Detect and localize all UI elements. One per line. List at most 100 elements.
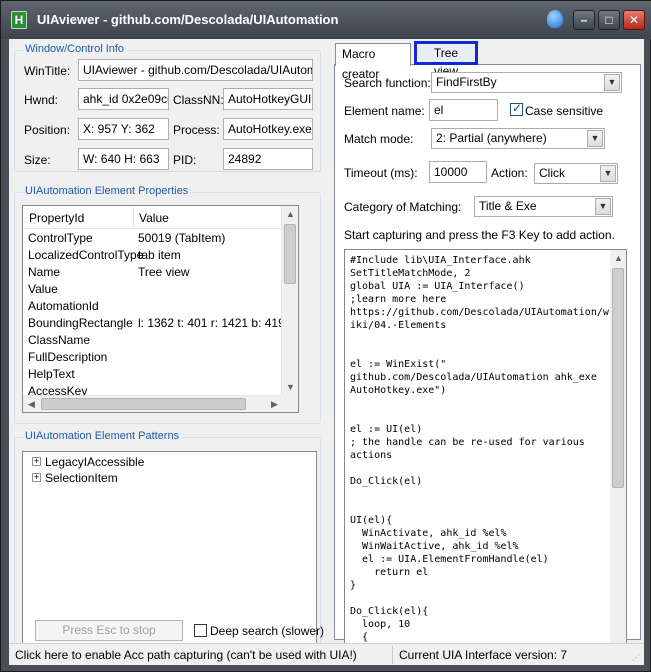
chevron-down-icon[interactable]: ▼ [604,74,620,91]
category-of-matching-label: Category of Matching: [344,200,462,214]
chevron-down-icon[interactable]: ▼ [587,130,603,147]
value-cell: tab item [138,248,181,262]
action-label: Action: [491,166,528,180]
properties-horizontal-scrollbar[interactable]: ◀ ▶ [23,395,283,412]
process-field[interactable]: AutoHotkey.exe [223,118,313,140]
listview-rows: ControlType 50019 (TabItem) LocalizedCont… [24,230,285,400]
deep-search-checkbox[interactable] [194,624,207,637]
wintitle-field[interactable]: UIAviewer - github.com/Descolada/UIAutom… [78,59,313,81]
property-cell: Name [28,265,61,279]
action-value: Click [539,166,565,180]
close-button[interactable]: ✕ [623,10,645,30]
property-cell: Value [28,282,58,296]
property-cell: LocalizedControlType [28,248,144,262]
classnn-field[interactable]: AutoHotkeyGUI [223,88,313,110]
position-field[interactable]: X: 957 Y: 362 [78,118,169,140]
minimize-button[interactable]: – [573,10,595,30]
match-mode-dropdown[interactable]: 2: Partial (anywhere) ▼ [431,128,605,149]
maximize-button[interactable]: □ [598,10,620,30]
match-mode-value: 2: Partial (anywhere) [436,131,547,145]
table-row[interactable]: Name Tree view [24,264,284,281]
listview-header: PropertyId Value [24,207,284,229]
case-sensitive-checkbox[interactable] [510,101,523,116]
table-row[interactable]: LocalizedControlType tab item [24,247,284,264]
value-cell: 50019 (TabItem) [138,231,226,245]
category-value: Title & Exe [479,199,537,213]
chevron-down-icon[interactable]: ▼ [600,165,616,182]
expand-plus-icon[interactable]: + [32,473,41,482]
process-label: Process: [173,123,220,137]
value-cell: l: 1362 t: 401 r: 1421 b: 419 [138,316,285,330]
table-row[interactable]: HelpText [24,366,284,383]
scroll-left-arrow-icon[interactable]: ◀ [23,396,40,412]
search-function-dropdown[interactable]: FindFirstBy ▼ [431,72,622,93]
classnn-label: ClassNN: [173,93,224,107]
status-divider [392,646,393,664]
scrollbar-corner [281,395,298,412]
table-row[interactable]: FullDescription [24,349,284,366]
case-sensitive-label[interactable]: Case sensitive [525,104,603,118]
acc-path-capture-status[interactable]: Click here to enable Acc path capturing … [15,648,357,662]
title-bar[interactable]: H UIAviewer - github.com/Descolada/UIAut… [1,1,651,39]
stop-capturing-button[interactable]: Press Esc to stop capturing [35,620,183,656]
always-on-top-icon[interactable] [547,10,563,28]
code-vertical-scrollbar[interactable]: ▲ ▼ [610,250,626,658]
table-row[interactable]: Value [24,281,284,298]
match-mode-label: Match mode: [344,132,414,146]
properties-listview[interactable]: PropertyId Value ControlType 50019 (TabIt… [22,205,299,413]
timeout-label: Timeout (ms): [344,166,418,180]
tree-item-label: LegacyIAccessible [45,455,145,469]
wintitle-label: WinTitle: [24,64,71,78]
group-title: UIAutomation Element Patterns [23,430,182,442]
element-name-input[interactable]: el [429,99,498,121]
scroll-up-arrow-icon[interactable]: ▲ [282,206,298,223]
hwnd-label: Hwnd: [24,93,59,107]
resize-grip-icon[interactable]: ⋰ [632,653,642,663]
tree-item-legacyiaccessible[interactable]: + LegacyIAccessible [32,455,145,469]
tree-item-selectionitem[interactable]: + SelectionItem [32,471,118,485]
client-area: Window/Control Info WinTitle: UIAviewer … [9,39,644,665]
scrollbar-thumb[interactable] [284,224,296,284]
expand-plus-icon[interactable]: + [32,457,41,466]
search-function-value: FindFirstBy [436,75,497,89]
pid-label: PID: [173,153,197,167]
deep-search-label[interactable]: Deep search (slower) [210,624,324,638]
size-field[interactable]: W: 640 H: 663 [78,148,169,170]
macro-code-text[interactable]: #Include lib\UIA_Interface.ahk SetTitleM… [350,254,612,644]
capture-instruction: Start capturing and press the F3 Key to … [344,228,615,242]
tab-tree-view[interactable]: Tree view [414,41,478,78]
group-title: Window/Control Info [23,43,127,55]
property-cell: BoundingRectangle [28,316,133,330]
table-row[interactable]: ControlType 50019 (TabItem) [24,230,284,247]
element-name-label: Element name: [344,104,425,118]
column-header-value[interactable]: Value [134,207,284,229]
scroll-down-arrow-icon[interactable]: ▼ [282,379,298,396]
property-cell: HelpText [28,367,75,381]
tree-item-label: SelectionItem [45,471,118,485]
column-header-propertyid[interactable]: PropertyId [24,207,134,229]
properties-vertical-scrollbar[interactable]: ▲ ▼ [281,206,298,396]
property-cell: ControlType [28,231,93,245]
scrollbar-thumb[interactable] [41,398,246,410]
macro-code-editor[interactable]: #Include lib\UIA_Interface.ahk SetTitleM… [344,249,627,659]
property-cell: FullDescription [28,350,108,364]
hwnd-field[interactable]: ahk_id 0x2e09ce [78,88,169,110]
size-label: Size: [24,153,51,167]
table-row[interactable]: AutomationId [24,298,284,315]
main-window: H UIAviewer - github.com/Descolada/UIAut… [0,0,651,672]
category-of-matching-dropdown[interactable]: Title & Exe ▼ [474,196,613,217]
status-bar: Click here to enable Acc path capturing … [9,643,644,665]
timeout-input[interactable]: 10000 [429,161,487,183]
group-title: UIAutomation Element Properties [23,185,191,197]
action-dropdown[interactable]: Click ▼ [534,163,618,184]
table-row[interactable]: BoundingRectangle l: 1362 t: 401 r: 1421 … [24,315,285,332]
window-title: UIAviewer - github.com/Descolada/UIAutom… [37,12,339,27]
position-label: Position: [24,123,71,137]
table-row[interactable]: ClassName [24,332,284,349]
property-cell: ClassName [28,333,91,347]
tab-macro-creator[interactable]: Macro creator [335,43,411,81]
scrollbar-thumb[interactable] [612,268,624,488]
pid-field[interactable]: 24892 [223,148,313,170]
chevron-down-icon[interactable]: ▼ [595,198,611,215]
scroll-up-arrow-icon[interactable]: ▲ [610,250,626,267]
